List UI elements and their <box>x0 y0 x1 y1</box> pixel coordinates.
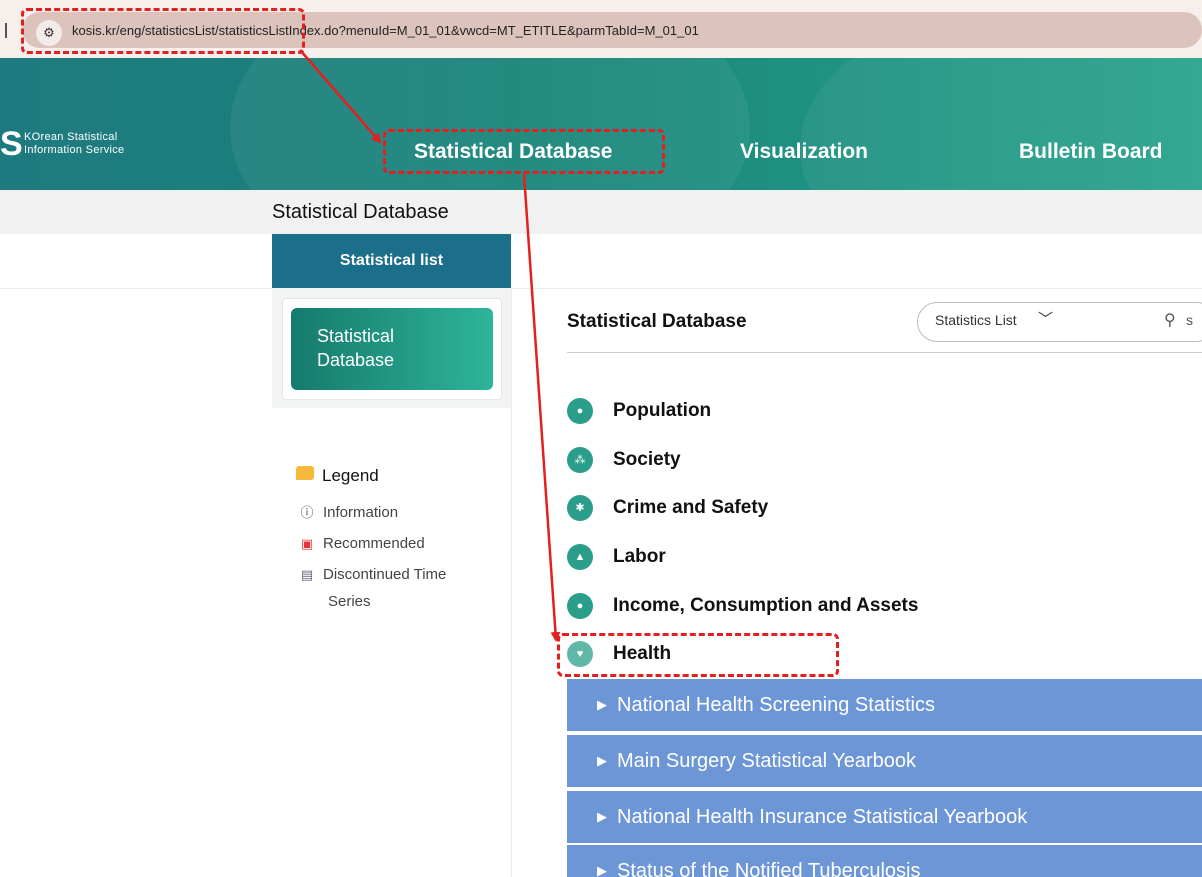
statistical-database-button[interactable]: Statistical Database <box>291 308 493 390</box>
triangle-right-icon: ▶ <box>597 697 607 712</box>
annotation-box-nav <box>383 129 665 174</box>
discontinued-icon: ▤ <box>300 567 314 582</box>
legend-item-discontinued-2: Series <box>328 593 371 610</box>
list-item-label: Status of the Notified Tuberculosis <box>617 860 921 877</box>
list-item[interactable]: ▶ National Health Screening Statistics <box>567 679 1202 731</box>
page-title-bar <box>0 190 1202 234</box>
legend-item-information: ⓘ Information <box>299 502 398 524</box>
column-divider <box>511 288 512 877</box>
legend-item-discontinued: ▤ Discontinued Time <box>299 564 447 586</box>
triangle-right-icon: ▶ <box>597 809 607 824</box>
category-label: Population <box>613 400 712 421</box>
tab-edge <box>5 23 7 38</box>
page-title: Statistical Database <box>272 201 449 223</box>
income-icon: ● <box>567 593 593 619</box>
legend-label: Recommended <box>323 535 425 552</box>
logo-text[interactable]: KOrean Statistical Information Service <box>24 131 124 157</box>
chevron-down-icon[interactable]: ﹀ <box>1038 308 1053 329</box>
category-label: Labor <box>613 546 666 567</box>
logo-mark[interactable]: S <box>0 126 23 162</box>
category-label: Society <box>613 449 681 470</box>
list-item-label: Main Surgery Statistical Yearbook <box>617 750 917 772</box>
legend-title: Legend <box>322 466 379 485</box>
divider <box>567 352 1202 353</box>
arrow-nav-to-health <box>522 173 561 642</box>
content-title: Statistical Database <box>567 311 747 332</box>
tab-statistical-list[interactable]: Statistical list <box>272 234 511 288</box>
logo-line-1: KOrean Statistical <box>24 131 118 143</box>
search-icon[interactable]: ⚲ <box>1164 310 1176 330</box>
list-item[interactable]: ▶ Main Surgery Statistical Yearbook <box>567 735 1202 787</box>
labor-icon: ▲ <box>567 544 593 570</box>
nav-visualization[interactable]: Visualization <box>740 140 868 164</box>
society-icon: ⁂ <box>567 447 593 473</box>
button-line-2: Database <box>317 350 395 370</box>
statistics-list-select[interactable]: Statistics List <box>935 312 1017 328</box>
crime-safety-icon: ✱ <box>567 495 593 521</box>
population-icon: ● <box>567 398 593 424</box>
logo-line-2: Information Service <box>24 144 125 156</box>
category-label: Income, Consumption and Assets <box>613 595 919 616</box>
legend-label: Discontinued Time <box>323 566 447 583</box>
search-input[interactable]: s <box>1186 312 1193 328</box>
legend-item-recommended: ▣ Recommended <box>299 533 425 555</box>
divider <box>0 288 1202 289</box>
header-decoration <box>800 58 1202 190</box>
triangle-right-icon: ▶ <box>597 863 607 877</box>
button-line-1: Statistical <box>317 326 395 346</box>
legend-icon <box>296 466 314 480</box>
nav-bulletin-board[interactable]: Bulletin Board <box>1019 140 1163 164</box>
legend-label: Information <box>323 504 399 521</box>
recommended-icon: ▣ <box>300 536 314 551</box>
category-label: Crime and Safety <box>613 497 769 518</box>
list-item-label: National Health Insurance Statistical Ye… <box>617 806 1028 828</box>
annotation-box-url <box>21 8 305 54</box>
triangle-right-icon: ▶ <box>597 753 607 768</box>
list-item[interactable]: ▶ National Health Insurance Statistical Y… <box>567 791 1202 843</box>
annotation-box-health <box>557 633 839 677</box>
list-item[interactable]: ▶ Status of the Notified Tuberculosis <box>567 845 1202 877</box>
info-icon: ⓘ <box>300 505 314 520</box>
list-item-label: National Health Screening Statistics <box>617 694 935 716</box>
